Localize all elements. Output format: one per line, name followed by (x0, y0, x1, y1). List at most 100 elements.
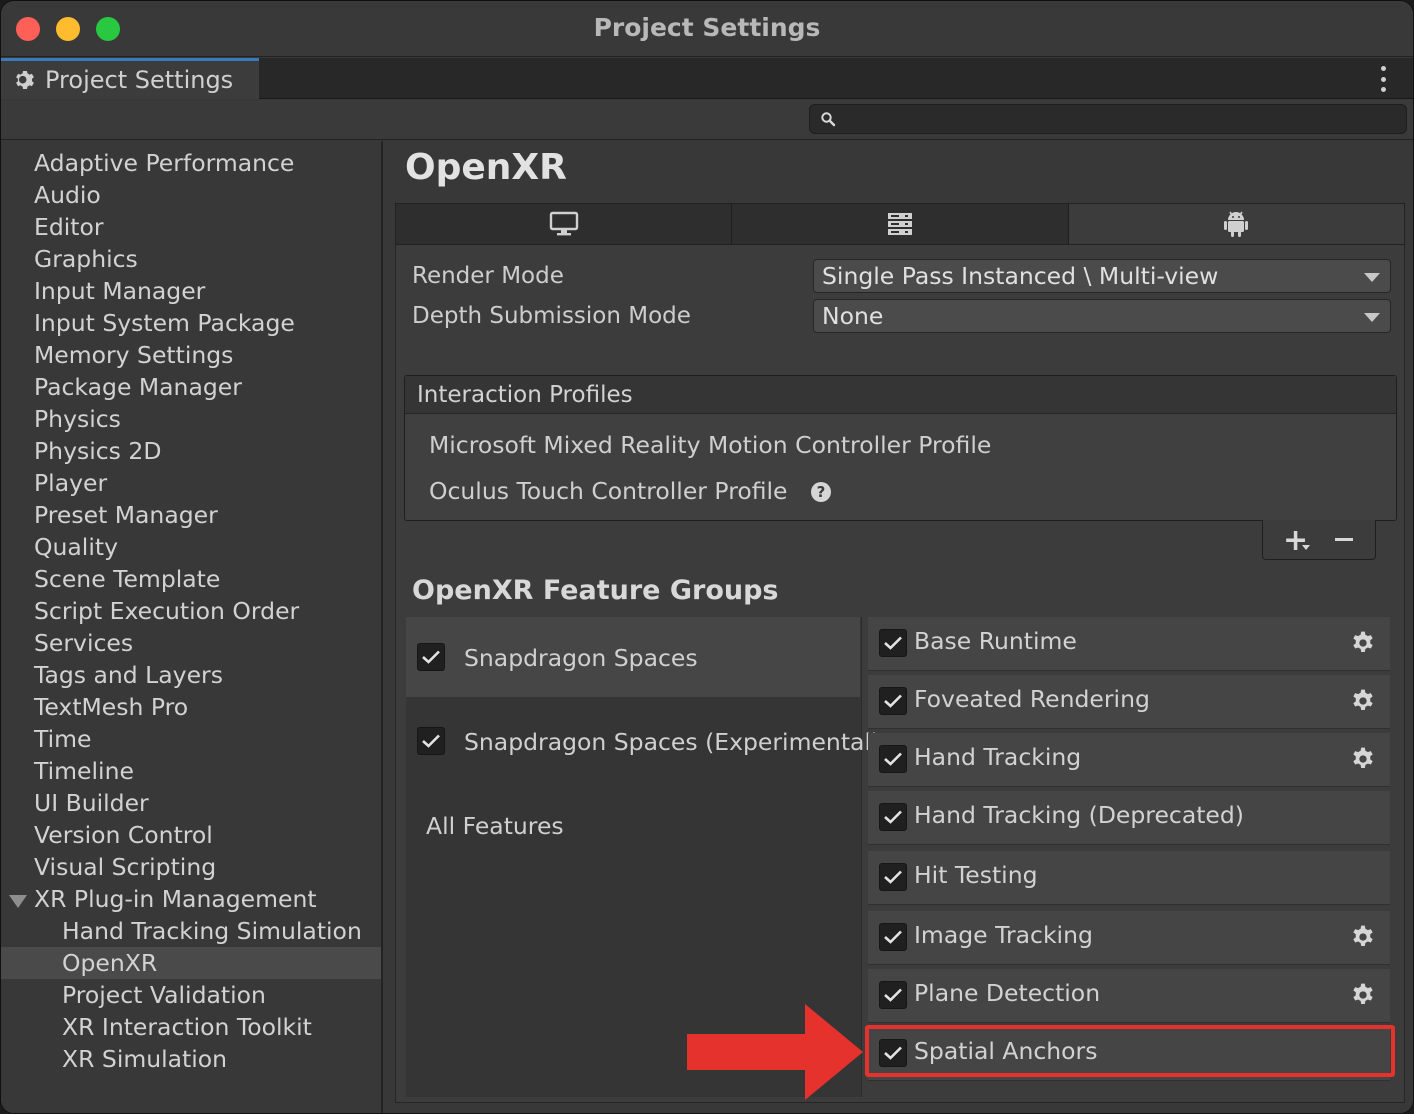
sidebar-item-time[interactable]: Time (1, 723, 381, 755)
add-profile-button[interactable]: + (1283, 523, 1308, 558)
checkbox[interactable] (879, 863, 907, 891)
checkmark-icon (884, 752, 902, 766)
checkbox[interactable] (417, 727, 445, 755)
sidebar-item-ui-builder[interactable]: UI Builder (1, 787, 381, 819)
sidebar-item-script-execution-order[interactable]: Script Execution Order (1, 595, 381, 627)
search-field[interactable] (809, 104, 1407, 134)
more-options-icon[interactable] (1377, 66, 1389, 92)
sidebar-item-memory-settings[interactable]: Memory Settings (1, 339, 381, 371)
depth-submission-mode-dropdown[interactable]: None (813, 299, 1391, 333)
feature-label: Foveated Rendering (914, 685, 1150, 713)
feature-hit-testing[interactable]: Hit Testing (868, 851, 1390, 905)
profile-label: Oculus Touch Controller Profile (429, 477, 788, 505)
sidebar-item-preset-manager[interactable]: Preset Manager (1, 499, 381, 531)
checkbox[interactable] (879, 981, 907, 1009)
tab-platform-server[interactable] (732, 204, 1069, 244)
checkmark-icon (884, 988, 902, 1002)
tab-label: Project Settings (45, 66, 234, 94)
feature-base-runtime[interactable]: Base Runtime (868, 617, 1390, 671)
sidebar-item-input-manager[interactable]: Input Manager (1, 275, 381, 307)
desktop-icon (549, 211, 578, 236)
checkmark-icon (884, 810, 902, 824)
checkbox[interactable] (879, 923, 907, 951)
feature-image-tracking[interactable]: Image Tracking (868, 911, 1390, 965)
sidebar-item-project-validation[interactable]: Project Validation (1, 979, 381, 1011)
checkmark-icon (422, 650, 440, 664)
sidebar-item-xr-simulation[interactable]: XR Simulation (1, 1043, 381, 1075)
checkbox[interactable] (879, 745, 907, 773)
checkbox[interactable] (879, 687, 907, 715)
gear-icon[interactable] (1350, 924, 1376, 950)
feature-foveated-rendering[interactable]: Foveated Rendering (868, 675, 1390, 729)
sidebar-item-package-manager[interactable]: Package Manager (1, 371, 381, 403)
remove-profile-button[interactable] (1335, 538, 1353, 541)
sidebar-item-visual-scripting[interactable]: Visual Scripting (1, 851, 381, 883)
sidebar-item-hand-tracking-simulation[interactable]: Hand Tracking Simulation (1, 915, 381, 947)
sidebar-item-timeline[interactable]: Timeline (1, 755, 381, 787)
platform-tabs (395, 203, 1405, 245)
feature-group-all-features[interactable]: All Features (406, 785, 860, 865)
sidebar-item-player[interactable]: Player (1, 467, 381, 499)
feature-group-snapdragon-spaces[interactable]: Snapdragon Spaces (406, 617, 860, 697)
search-icon (821, 112, 836, 127)
checkbox[interactable] (879, 803, 907, 831)
sidebar-item-services[interactable]: Services (1, 627, 381, 659)
checkbox[interactable] (879, 629, 907, 657)
window-title: Project Settings (593, 13, 821, 42)
sidebar-item-version-control[interactable]: Version Control (1, 819, 381, 851)
search-input[interactable] (844, 107, 1398, 131)
list-item[interactable]: Microsoft Mixed Reality Motion Controlle… (429, 431, 991, 459)
sidebar-item-xr-plugin-management[interactable]: XR Plug-in Management (1, 883, 381, 915)
sidebar-item-graphics[interactable]: Graphics (1, 243, 381, 275)
chevron-down-icon (1364, 313, 1380, 322)
sidebar-item-quality[interactable]: Quality (1, 531, 381, 563)
checkbox[interactable] (417, 643, 445, 671)
sidebar-item-xr-interaction-toolkit[interactable]: XR Interaction Toolkit (1, 1011, 381, 1043)
feature-spatial-anchors[interactable]: Spatial Anchors (868, 1027, 1390, 1081)
render-mode-dropdown[interactable]: Single Pass Instanced \ Multi-view (813, 259, 1391, 293)
sidebar-item-editor[interactable]: Editor (1, 211, 381, 243)
dropdown-caret-icon (1302, 545, 1310, 550)
title-bar: Project Settings (1, 1, 1413, 57)
sidebar-item-tags-and-layers[interactable]: Tags and Layers (1, 659, 381, 691)
gear-icon[interactable] (1350, 688, 1376, 714)
feature-hand-tracking-deprecated[interactable]: Hand Tracking (Deprecated) (868, 791, 1390, 845)
feature-group-snapdragon-spaces-experimental[interactable]: Snapdragon Spaces (Experimental) (406, 701, 880, 781)
tab-project-settings[interactable]: Project Settings (1, 58, 259, 99)
checkmark-icon (422, 734, 440, 748)
checkbox[interactable] (879, 1039, 907, 1067)
chevron-down-icon (1364, 273, 1380, 282)
feature-label: Hand Tracking (Deprecated) (914, 801, 1244, 829)
add-remove-buttons: + (1262, 520, 1376, 560)
tab-platform-standalone[interactable] (396, 204, 733, 244)
sidebar-item-scene-template[interactable]: Scene Template (1, 563, 381, 595)
settings-sidebar: Adaptive Performance Audio Editor Graphi… (1, 141, 383, 1113)
features-list: Base Runtime Foveated Rendering Hand Tra… (868, 617, 1390, 1097)
feature-hand-tracking[interactable]: Hand Tracking (868, 733, 1390, 787)
checkmark-icon (884, 636, 902, 650)
gear-icon[interactable] (1350, 746, 1376, 772)
settings-content: OpenXR Render Mode Single Pass Instanced… (385, 141, 1413, 1113)
gear-icon[interactable] (1350, 982, 1376, 1008)
feature-plane-detection[interactable]: Plane Detection (868, 969, 1390, 1023)
help-icon[interactable]: ? (811, 482, 831, 502)
sidebar-item-textmesh-pro[interactable]: TextMesh Pro (1, 691, 381, 723)
render-mode-value: Single Pass Instanced \ Multi-view (822, 262, 1219, 290)
sidebar-item-input-system-package[interactable]: Input System Package (1, 307, 381, 339)
sidebar-item-adaptive-performance[interactable]: Adaptive Performance (1, 147, 381, 179)
sidebar-item-openxr[interactable]: OpenXR (1, 947, 381, 979)
tab-platform-android[interactable] (1068, 204, 1404, 244)
sidebar-item-physics[interactable]: Physics (1, 403, 381, 435)
feature-groups-title: OpenXR Feature Groups (412, 575, 779, 606)
list-item[interactable]: Oculus Touch Controller Profile ? (429, 477, 831, 505)
openxr-settings-panel: Render Mode Single Pass Instanced \ Mult… (395, 245, 1405, 1103)
expand-arrow-icon[interactable] (9, 895, 27, 908)
project-settings-window: Project Settings Project Settings Adapti… (0, 0, 1414, 1114)
feature-label: Spatial Anchors (914, 1037, 1098, 1065)
sidebar-item-audio[interactable]: Audio (1, 179, 381, 211)
page-title: OpenXR (405, 147, 567, 188)
checkmark-icon (884, 1046, 902, 1060)
feature-label: Base Runtime (914, 627, 1077, 655)
sidebar-item-physics-2d[interactable]: Physics 2D (1, 435, 381, 467)
gear-icon[interactable] (1350, 630, 1376, 656)
